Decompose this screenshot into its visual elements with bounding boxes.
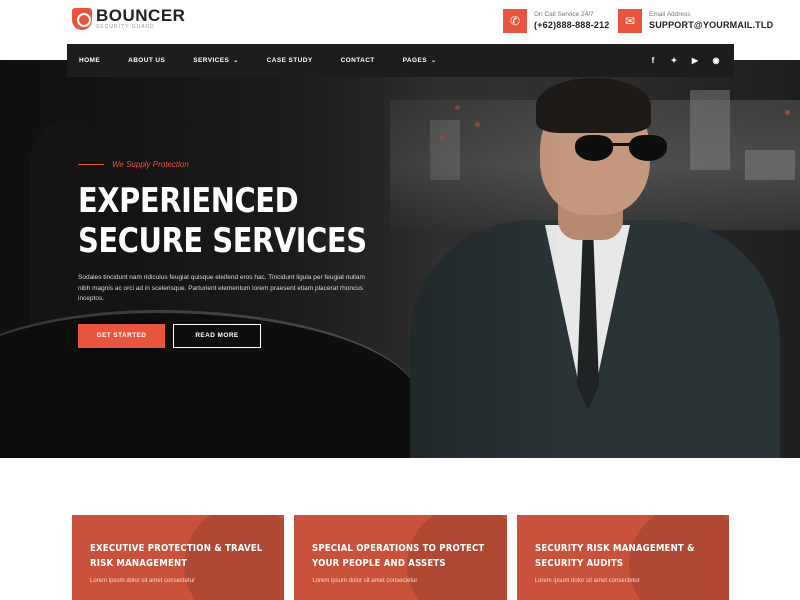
nav-item-label: ABOUT US	[128, 57, 166, 64]
nav-item-label: HOME	[79, 57, 101, 64]
nav-item-services[interactable]: SERVICES ⌄	[193, 57, 238, 64]
eyebrow-divider	[78, 164, 104, 165]
hero-eyebrow-text: We Supply Protection	[112, 160, 189, 169]
phone-icon: ✆	[503, 9, 527, 33]
twitter-icon[interactable]: ✦	[670, 56, 678, 65]
brand-logo[interactable]: BOUNCER SECURITY GUARD	[72, 6, 186, 30]
social-links: f ✦ ▶ ◉	[649, 44, 720, 77]
get-started-button[interactable]: GET STARTED	[78, 323, 165, 348]
contact-phone-label: On Call Service 24/7	[534, 11, 594, 18]
chevron-down-icon: ⌄	[430, 58, 437, 64]
nav-item-contact[interactable]: CONTACT	[341, 57, 375, 64]
hero-description: Sodales tincidunt nam ridiculus feugiat …	[78, 274, 365, 302]
nav-item-label: CONTACT	[340, 57, 375, 64]
service-card-executive-protection[interactable]: EXECUTIVE PROTECTION & TRAVEL RISK MANAG…	[72, 515, 285, 600]
facebook-icon[interactable]: f	[649, 56, 657, 65]
service-card-title: EXECUTIVE PROTECTION & TRAVEL RISK MANAG…	[90, 543, 263, 569]
hero-eyebrow: We Supply Protection	[78, 160, 378, 169]
brand-name: BOUNCER	[96, 6, 186, 25]
nav-item-about-us[interactable]: ABOUT US	[128, 57, 165, 64]
read-more-button[interactable]: READ MORE	[173, 323, 261, 348]
service-card-text: Lorem ipsum dolor sit amet consectetur	[90, 578, 196, 584]
instagram-icon[interactable]: ◉	[712, 56, 720, 65]
shield-icon	[72, 8, 92, 30]
nav-item-label: CASE STUDY	[266, 57, 313, 64]
nav-item-pages[interactable]: PAGES ⌄	[403, 57, 437, 64]
service-card-title: SECURITY RISK MANAGEMENT & SECURITY AUDI…	[534, 543, 695, 569]
envelope-icon: ✉	[618, 9, 642, 33]
contact-phone: ✆ On Call Service 24/7 (+62)888-888-212	[503, 9, 610, 33]
contact-phone-value[interactable]: (+62)888-888-212	[534, 19, 610, 32]
hero-section: We Supply Protection EXPERIENCED SECURE …	[0, 60, 800, 458]
service-card-title: SPECIAL OPERATIONS TO PROTECT YOUR PEOPL…	[312, 543, 485, 569]
service-card-text: Lorem ipsum dolor sit amet consectetur	[312, 578, 418, 584]
hero-buttons: GET STARTED READ MORE	[78, 323, 378, 348]
nav-item-home[interactable]: HOME	[79, 57, 100, 64]
service-card-text: Lorem ipsum dolor sit amet consectetur	[534, 578, 640, 584]
contact-email-value[interactable]: SUPPORT@YOURMAIL.TLD	[649, 19, 773, 32]
main-nav: HOME ABOUT US SERVICES ⌄ CASE STUDY CONTA…	[67, 44, 734, 77]
hero-content: We Supply Protection EXPERIENCED SECURE …	[78, 160, 378, 348]
nav-item-label: SERVICES	[193, 57, 230, 64]
nav-item-label: PAGES	[402, 57, 427, 64]
hero-headline: EXPERIENCED SECURE SERVICES	[78, 181, 367, 261]
service-card-security-risk[interactable]: SECURITY RISK MANAGEMENT & SECURITY AUDI…	[516, 515, 729, 600]
brand-text: BOUNCER SECURITY GUARD	[96, 6, 186, 30]
contact-email: ✉ Email Address SUPPORT@YOURMAIL.TLD	[618, 9, 773, 33]
chevron-down-icon: ⌄	[233, 58, 239, 64]
nav-item-case-study[interactable]: CASE STUDY	[267, 57, 313, 64]
contact-email-label: Email Address	[649, 11, 691, 18]
services-cards: EXECUTIVE PROTECTION & TRAVEL RISK MANAG…	[72, 515, 729, 600]
youtube-icon[interactable]: ▶	[691, 56, 699, 65]
service-card-special-operations[interactable]: SPECIAL OPERATIONS TO PROTECT YOUR PEOPL…	[294, 515, 507, 600]
site-header: BOUNCER SECURITY GUARD ✆ On Call Service…	[0, 0, 800, 44]
